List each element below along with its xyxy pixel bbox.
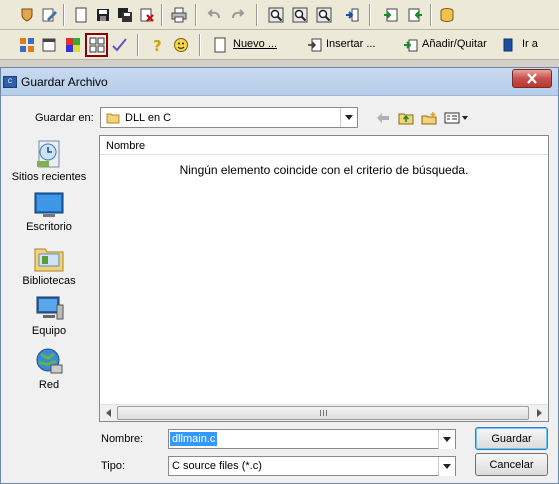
help-icon[interactable]: ? [146, 34, 168, 56]
add-remove-button[interactable]: Añadir/Quitar [422, 38, 487, 50]
new-folder-icon[interactable] [419, 108, 439, 128]
chevron-down-icon[interactable] [340, 108, 357, 127]
place-computer[interactable]: Equipo [5, 295, 93, 337]
close-file-icon[interactable] [136, 4, 158, 26]
file-list[interactable]: Nombre Ningún elemento coincide con el c… [99, 135, 549, 422]
up-folder-icon[interactable] [396, 108, 416, 128]
place-label: Sitios recientes [11, 171, 87, 183]
scroll-thumb[interactable] [117, 406, 529, 420]
place-label: Escritorio [26, 221, 72, 233]
shield-icon[interactable] [16, 4, 38, 26]
goto-button[interactable]: Ir a [522, 38, 538, 50]
empty-message: Ningún elemento coincide con el criterio… [179, 163, 469, 177]
smiley-icon[interactable] [170, 34, 192, 56]
save-all-icon[interactable] [114, 4, 136, 26]
filename-field[interactable]: dllmain.c [168, 429, 456, 449]
filetype-value: C source files (*.c) [172, 460, 262, 472]
grid-layout-icon[interactable] [16, 34, 38, 56]
new-item-icon[interactable] [209, 34, 231, 56]
checkmark-icon[interactable] [108, 34, 130, 56]
libraries-icon [34, 248, 64, 272]
filetype-dropdown[interactable]: C source files (*.c) [168, 456, 456, 476]
app-icon: C [3, 76, 17, 88]
save-in-label: Guardar en: [35, 112, 94, 124]
computer-icon [36, 296, 64, 320]
outdent-icon[interactable] [404, 4, 426, 26]
secondary-toolbar: ? Nuevo ... Insertar ... Añadir/Quitar I… [0, 30, 559, 60]
horizontal-scrollbar[interactable] [100, 404, 548, 421]
chevron-down-icon[interactable] [438, 457, 455, 476]
scroll-right-icon[interactable] [531, 405, 548, 421]
color-palette-icon[interactable] [62, 34, 84, 56]
view-menu-icon[interactable] [442, 108, 470, 128]
goto-line-icon[interactable] [341, 4, 363, 26]
place-label: Bibliotecas [22, 275, 76, 287]
place-network[interactable]: Red [5, 347, 93, 391]
svg-text:?: ? [153, 37, 162, 53]
save-file-dialog: C Guardar Archivo Guardar en: DLL en C S… [0, 67, 559, 484]
back-arrow-icon[interactable] [373, 108, 393, 128]
edit-pencil-icon[interactable] [38, 4, 60, 26]
main-toolbar [0, 0, 559, 30]
column-name-header[interactable]: Nombre [106, 140, 145, 152]
scroll-left-icon[interactable] [100, 405, 117, 421]
replace-icon[interactable] [313, 4, 335, 26]
save-in-value: DLL en C [125, 112, 172, 124]
indent-icon[interactable] [380, 4, 402, 26]
close-button[interactable] [512, 69, 552, 88]
place-desktop[interactable]: Escritorio [5, 191, 93, 233]
database-icon[interactable] [436, 4, 458, 26]
places-bar: Sitios recientes Escritorio Bibliotecas [5, 134, 93, 414]
place-label: Red [38, 379, 60, 391]
save-button[interactable]: Guardar [475, 427, 548, 450]
new-menu-button[interactable]: Nuevo ... [233, 38, 277, 50]
cancel-button[interactable]: Cancelar [475, 453, 548, 476]
dialog-title-bar[interactable]: C Guardar Archivo [1, 68, 558, 96]
save-disk-icon[interactable] [92, 4, 114, 26]
redo-icon[interactable] [227, 4, 249, 26]
new-document-icon[interactable] [70, 4, 92, 26]
chevron-down-icon[interactable] [438, 430, 455, 449]
filename-label: Nombre: [101, 433, 144, 445]
close-icon [527, 73, 537, 84]
filetype-label: Tipo: [101, 460, 126, 472]
undo-icon[interactable] [203, 4, 225, 26]
add-remove-icon[interactable] [400, 34, 422, 56]
place-label: Equipo [31, 325, 67, 337]
print-icon[interactable] [168, 4, 190, 26]
desktop-icon [34, 192, 64, 217]
save-in-dropdown[interactable]: DLL en C [100, 107, 358, 128]
recent-places-icon [37, 140, 60, 168]
filename-value: dllmain.c [170, 432, 218, 446]
bookmark-icon[interactable] [497, 34, 519, 56]
insert-icon[interactable] [304, 34, 326, 56]
tile-view-icon[interactable] [85, 33, 108, 57]
find-next-icon[interactable] [289, 4, 311, 26]
folder-icon [106, 113, 120, 124]
column-header: Nombre [100, 136, 548, 155]
dialog-title: Guardar Archivo [21, 75, 108, 89]
find-icon[interactable] [265, 4, 287, 26]
window-icon[interactable] [38, 34, 60, 56]
place-recent[interactable]: Sitios recientes [5, 139, 93, 183]
network-icon [36, 348, 63, 374]
place-libraries[interactable]: Bibliotecas [5, 243, 93, 287]
insert-menu-button[interactable]: Insertar ... [326, 38, 376, 50]
